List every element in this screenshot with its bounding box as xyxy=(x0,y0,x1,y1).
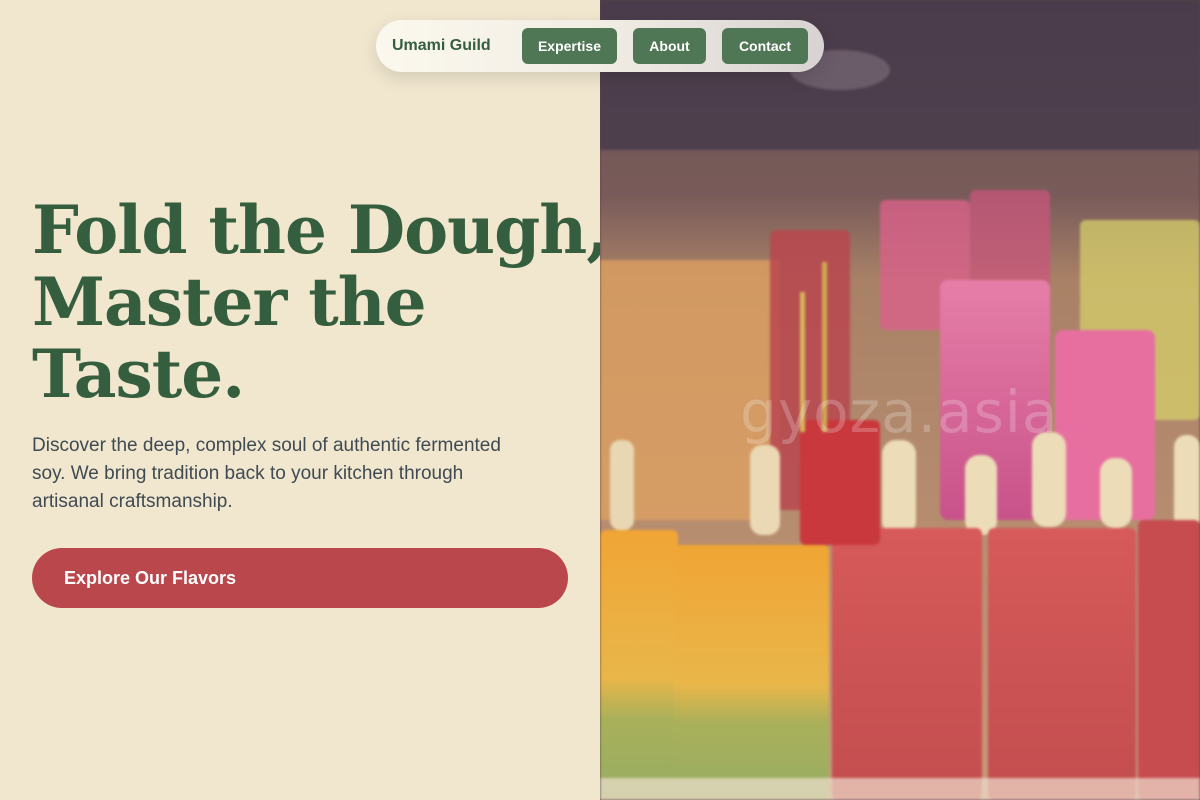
explore-flavors-button[interactable]: Explore Our Flavors xyxy=(32,548,568,608)
headline-line-2: Master the xyxy=(32,263,427,341)
hero-image: gyoza.asia xyxy=(600,0,1200,800)
hero-left-panel: Fold the Dough, Master the Taste. Discov… xyxy=(0,0,609,800)
nav-about-button[interactable]: About xyxy=(633,28,706,64)
brand-logo-text[interactable]: Umami Guild xyxy=(392,37,491,55)
hero-headline: Fold the Dough, Master the Taste. xyxy=(32,191,609,413)
watermark-text: gyoza.asia xyxy=(740,378,1059,446)
headline-line-1: Fold the Dough, xyxy=(32,191,609,269)
nav-contact-button[interactable]: Contact xyxy=(722,28,808,64)
hero-description: Discover the deep, complex soul of authe… xyxy=(32,435,501,512)
nav-expertise-button[interactable]: Expertise xyxy=(522,28,617,64)
top-nav: Umami Guild Expertise About Contact xyxy=(376,20,824,72)
headline-line-3: Taste. xyxy=(32,335,245,413)
